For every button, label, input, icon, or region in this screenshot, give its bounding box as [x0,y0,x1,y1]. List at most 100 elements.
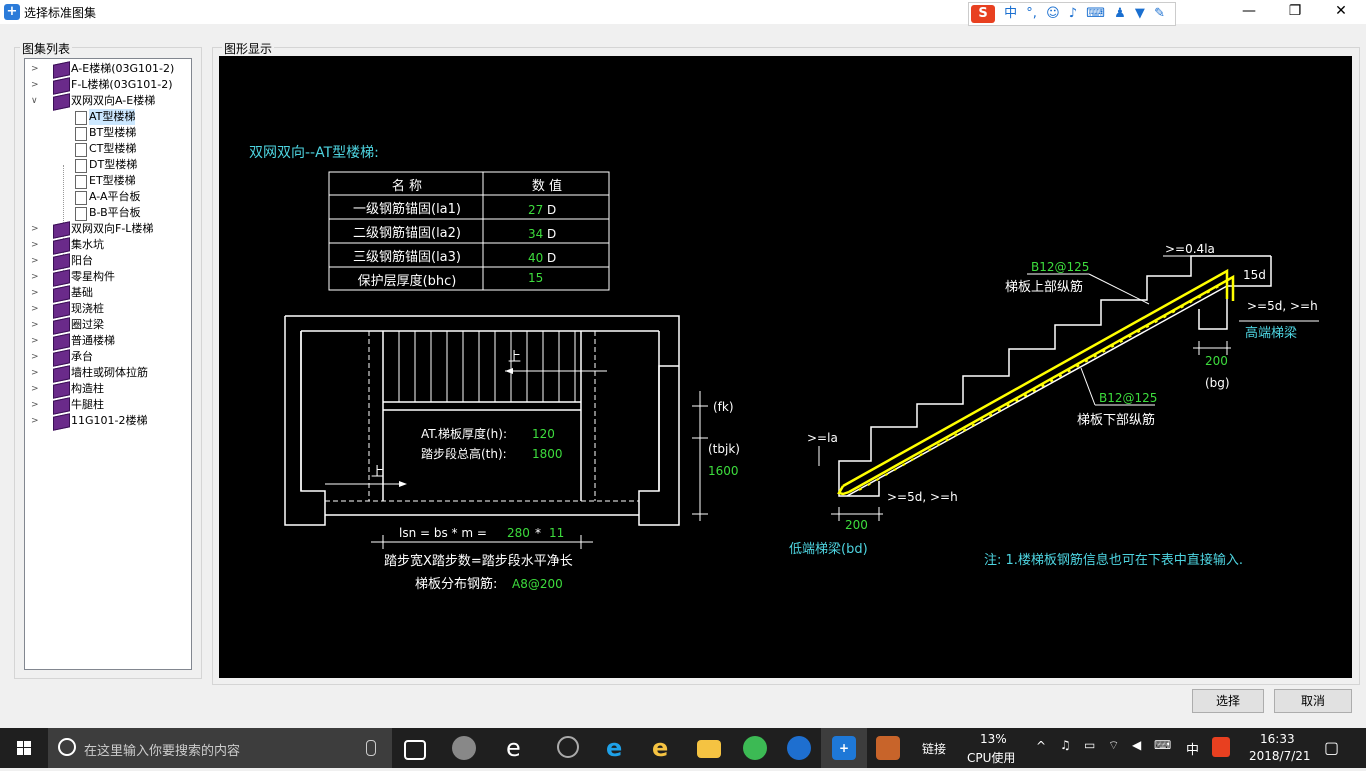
keyboard-icon[interactable]: ⌨ [1086,3,1105,25]
smiley-icon[interactable]: ☺ [1046,3,1060,25]
plan-vertical-dims [692,391,708,521]
chevron-right-icon[interactable]: > [31,397,41,413]
table-row-value[interactable]: 34 [528,227,543,241]
sogou-tray-icon[interactable] [1212,737,1230,757]
tree-item[interactable]: > 阳台 [31,253,189,271]
user-icon[interactable]: ♟ [1114,3,1126,25]
tree-item[interactable]: > 基础 [31,285,189,303]
edge-icon[interactable]: e [606,736,630,760]
table-row-value[interactable]: 15 [528,271,543,285]
chevron-right-icon[interactable]: > [31,349,41,365]
section-dist-bars [858,285,1220,491]
green-app-icon[interactable] [743,736,767,760]
sogou-logo-icon[interactable]: S [971,4,995,23]
tree-item[interactable]: AT型楼梯 [31,109,189,125]
tree-item[interactable]: > 普通楼梯 [31,333,189,351]
chevron-right-icon[interactable]: > [31,413,41,429]
tree-item[interactable]: ET型楼梯 [31,173,189,189]
bottom-bar-code[interactable]: B12@125 [1099,391,1157,405]
cpu-label: CPU使用 [967,751,1016,765]
link-label[interactable]: 链接 [922,740,946,757]
tree-item[interactable]: > 构造柱 [31,381,189,399]
chevron-down-icon[interactable]: ∨ [31,93,41,109]
maximize-button[interactable]: ❐ [1272,0,1318,24]
cancel-button[interactable]: 取消 [1274,689,1352,713]
pdf-app-icon[interactable] [876,736,900,760]
table-row-value[interactable]: 40 [528,251,543,265]
mic-icon[interactable]: ♪ [1069,3,1077,25]
m-value[interactable]: 11 [549,526,564,540]
pinwheel-app-icon[interactable] [452,736,476,760]
action-center-icon[interactable]: ▢ [1324,738,1339,757]
minimize-button[interactable]: — [1226,0,1272,24]
ie-icon[interactable]: e [652,736,676,760]
tree-item[interactable]: > 零星构件 [31,269,189,287]
mic-icon[interactable] [366,740,376,756]
bs-value[interactable]: 280 [507,526,530,540]
select-button[interactable]: 选择 [1192,689,1264,713]
battery-icon[interactable]: ▭ [1084,738,1095,752]
tree-item[interactable]: > 墙柱或砌体拉筋 [31,365,189,383]
tree-item[interactable]: BT型楼梯 [31,125,189,141]
start-button[interactable] [0,728,48,768]
ime-mode[interactable]: 中 [1004,3,1017,25]
notification-bell-icon[interactable]: ♫ [1060,738,1071,752]
shirt-icon[interactable]: ▼ [1135,3,1145,25]
ime-punct[interactable]: °, [1026,3,1037,25]
blue-app-icon[interactable] [787,736,811,760]
tree-item[interactable]: > 圈过梁 [31,317,189,335]
swirl-app-icon[interactable] [557,736,579,758]
chevron-right-icon[interactable]: > [31,333,41,349]
tree-item[interactable]: > 双网双向F-L楼梯 [31,221,189,239]
chevron-up-icon[interactable]: ^ [1036,739,1046,753]
tree-item[interactable]: > 现浇桩 [31,301,189,319]
chevron-right-icon[interactable]: > [31,237,41,253]
tree-item[interactable]: DT型楼梯 [31,157,189,173]
ime-toolbar[interactable]: S 中 °, ☺ ♪ ⌨ ♟ ▼ ✎ [968,2,1176,26]
tree-item[interactable]: > 集水坑 [31,237,189,255]
cpu-percent: 13% [980,732,1007,746]
tree-item[interactable]: CT型楼梯 [31,141,189,157]
chevron-right-icon[interactable]: > [31,269,41,285]
ime-indicator[interactable]: 中 [1186,739,1199,758]
tree-item[interactable]: B-B平台板 [31,205,189,221]
chevron-right-icon[interactable]: > [31,301,41,317]
chevron-right-icon[interactable]: > [31,365,41,381]
chevron-right-icon[interactable]: > [31,381,41,397]
table-row-value[interactable]: 27 [528,203,543,217]
tree-item[interactable]: >11G101-2楼梯 [31,413,189,431]
volume-icon[interactable]: ◀ [1132,738,1141,752]
top-bar-code[interactable]: B12@125 [1031,260,1089,274]
tree-item[interactable]: ∨ 双网双向A-E楼梯 [31,93,189,111]
thickness-value[interactable]: 120 [532,427,555,441]
search-input[interactable]: 在这里输入你要搜索的内容 [84,740,240,759]
chevron-right-icon[interactable]: > [31,221,41,237]
bg-value[interactable]: 200 [1205,354,1228,368]
taskbar-search[interactable]: 在这里输入你要搜索的内容 [48,728,392,768]
folder-icon[interactable] [697,740,721,758]
tree-item[interactable]: > 牛腿柱 [31,397,189,415]
tree-item[interactable]: > A-E楼梯(03G101-2) [31,61,189,79]
clock-date[interactable]: 2018/7/21 [1249,749,1311,763]
tree-item[interactable]: A-A平台板 [31,189,189,205]
gtj-app-icon[interactable]: + [832,736,856,760]
close-button[interactable]: ✕ [1318,0,1364,24]
wifi-icon[interactable]: ⌔ [1108,738,1119,753]
tbjk-value[interactable]: 1600 [708,464,739,478]
chevron-right-icon[interactable]: > [31,285,41,301]
keyboard-icon[interactable]: ⌨ [1154,738,1171,752]
edge-legacy-icon[interactable]: e [506,736,530,760]
chevron-right-icon[interactable]: > [31,317,41,333]
atlas-tree[interactable]: > A-E楼梯(03G101-2) > F-L楼梯(03G101-2) ∨ 双网双向A-E… [24,58,192,670]
clock-time[interactable]: 16:33 [1260,732,1295,746]
chevron-right-icon[interactable]: > [31,77,41,93]
tree-item[interactable]: > 承台 [31,349,189,367]
chevron-right-icon[interactable]: > [31,253,41,269]
tree-item[interactable]: > F-L楼梯(03G101-2) [31,77,189,95]
dist-bar-value[interactable]: A8@200 [512,577,563,591]
height-value[interactable]: 1800 [532,447,563,461]
task-view-icon[interactable] [404,740,426,760]
wrench-icon[interactable]: ✎ [1154,3,1165,25]
chevron-right-icon[interactable]: > [31,61,41,77]
bd-value[interactable]: 200 [845,518,868,532]
